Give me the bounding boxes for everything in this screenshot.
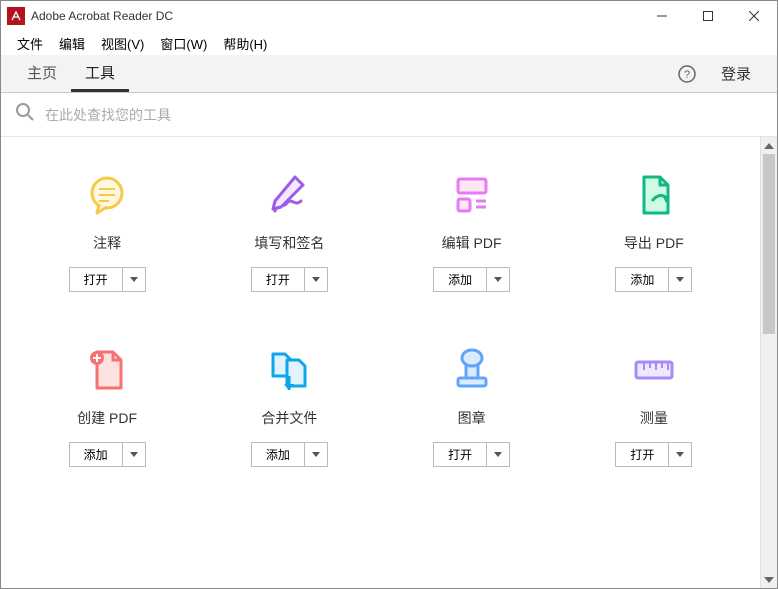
maximize-button[interactable] [685,1,731,31]
scrollbar[interactable] [760,137,777,588]
help-icon: ? [677,64,697,84]
edit-icon [444,167,500,223]
tool-card[interactable]: 图章 打开 [386,342,558,467]
chevron-down-icon [130,277,138,282]
svg-text:?: ? [684,69,690,81]
combine-icon [261,342,317,398]
menu-edit[interactable]: 编辑 [51,32,93,55]
tool-action: 打开 [615,442,692,467]
tool-action-dropdown[interactable] [123,443,145,466]
tool-action: 添加 [69,442,146,467]
tool-label: 注释 [93,233,121,253]
menu-file[interactable]: 文件 [9,32,51,55]
create-icon [79,342,135,398]
tool-action-dropdown[interactable] [305,443,327,466]
chevron-down-icon [312,452,320,457]
window-controls [639,1,777,31]
titlebar: Adobe Acrobat Reader DC [1,1,777,31]
scrollbar-thumb[interactable] [763,154,775,334]
tool-action-button[interactable]: 打开 [252,268,305,291]
app-icon [7,7,25,25]
tool-action-button[interactable]: 添加 [252,443,305,466]
comment-icon [79,167,135,223]
tool-action-dropdown[interactable] [123,268,145,291]
searchbar [1,93,777,137]
tool-label: 填写和签名 [254,233,324,253]
tool-action-button[interactable]: 添加 [616,268,669,291]
export-icon [626,167,682,223]
tab-tools[interactable]: 工具 [71,55,129,92]
tool-action-button[interactable]: 打开 [70,268,123,291]
tool-card[interactable]: 填写和签名 打开 [203,167,375,292]
menubar: 文件 编辑 视图(V) 窗口(W) 帮助(H) [1,31,777,55]
measure-icon [626,342,682,398]
tool-card[interactable]: 注释 打开 [21,167,193,292]
tool-action-dropdown[interactable] [487,443,509,466]
tool-card[interactable]: 合并文件 添加 [203,342,375,467]
tool-card[interactable]: 编辑 PDF 添加 [386,167,558,292]
tool-action-button[interactable]: 添加 [70,443,123,466]
chevron-down-icon [130,452,138,457]
close-button[interactable] [731,1,777,31]
chevron-down-icon [494,277,502,282]
search-icon [15,102,35,127]
login-button[interactable]: 登录 [707,55,765,92]
menu-view[interactable]: 视图(V) [93,32,152,55]
stamp-icon [444,342,500,398]
tool-label: 创建 PDF [77,408,137,428]
tool-action: 添加 [433,267,510,292]
tool-label: 图章 [458,408,486,428]
menu-help[interactable]: 帮助(H) [215,32,275,55]
tool-action-dropdown[interactable] [305,268,327,291]
chevron-down-icon [494,452,502,457]
scrollbar-up-button[interactable] [761,137,777,154]
tool-action-button[interactable]: 打开 [616,443,669,466]
tool-action: 添加 [615,267,692,292]
tool-action-dropdown[interactable] [669,443,691,466]
tool-label: 导出 PDF [624,233,684,253]
tool-action: 打开 [433,442,510,467]
scrollbar-down-button[interactable] [761,571,777,588]
tool-action-dropdown[interactable] [487,268,509,291]
tool-card[interactable]: 测量 打开 [568,342,740,467]
chevron-down-icon [676,452,684,457]
minimize-button[interactable] [639,1,685,31]
chevron-down-icon [312,277,320,282]
help-button[interactable]: ? [667,55,707,92]
tool-action-button[interactable]: 打开 [434,443,487,466]
tab-home[interactable]: 主页 [13,55,71,92]
tool-action: 打开 [251,267,328,292]
sign-icon [261,167,317,223]
menu-window[interactable]: 窗口(W) [152,32,215,55]
tool-label: 测量 [640,408,668,428]
tool-card[interactable]: 导出 PDF 添加 [568,167,740,292]
tool-action-button[interactable]: 添加 [434,268,487,291]
tabbar: 主页 工具 ? 登录 [1,55,777,93]
tool-action: 打开 [69,267,146,292]
tool-action: 添加 [251,442,328,467]
chevron-down-icon [676,277,684,282]
tool-action-dropdown[interactable] [669,268,691,291]
tool-label: 编辑 PDF [442,233,502,253]
tool-card[interactable]: 创建 PDF 添加 [21,342,193,467]
search-input[interactable] [45,107,763,123]
app-title: Adobe Acrobat Reader DC [31,9,639,23]
tools-panel: 注释 打开 填写和签名 打开 编辑 PDF 添加 导出 PDF 添加 [1,137,760,588]
tool-label: 合并文件 [261,408,317,428]
